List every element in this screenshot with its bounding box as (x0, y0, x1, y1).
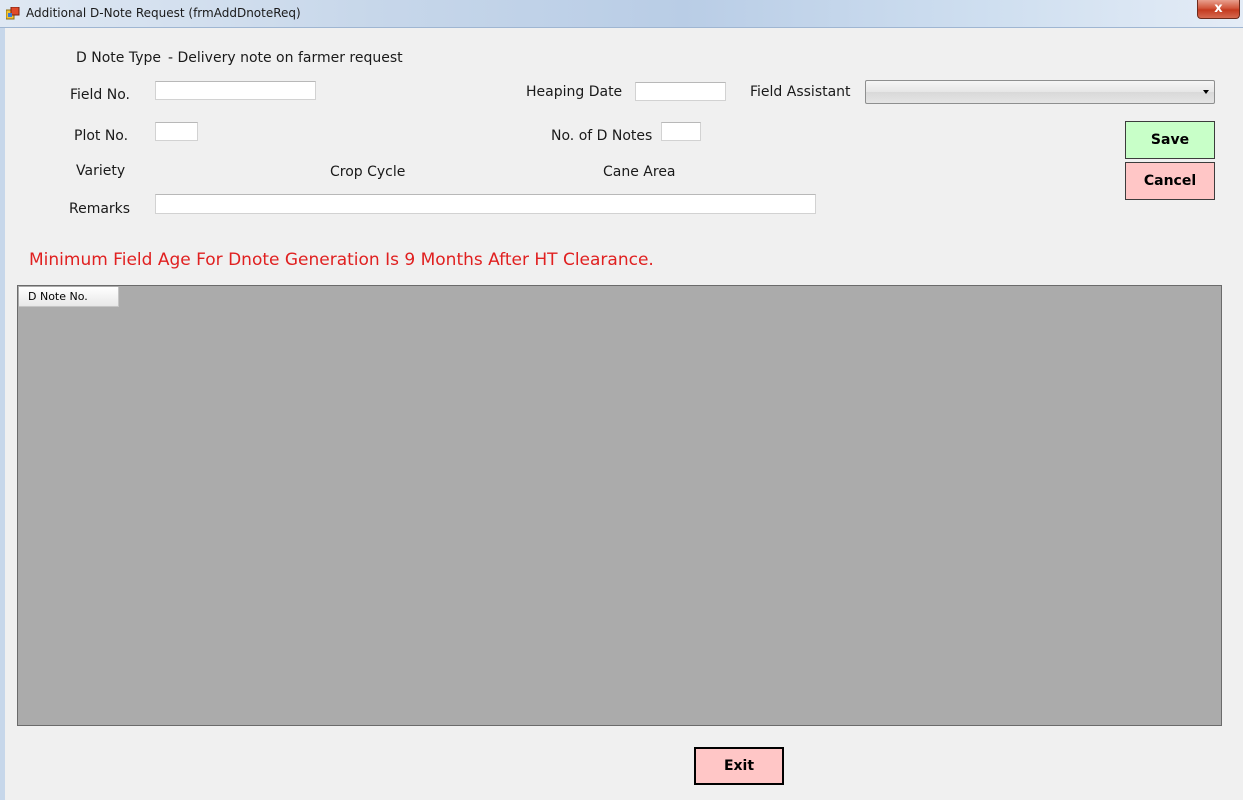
exit-button[interactable]: Exit (694, 747, 784, 785)
no-of-dnotes-input[interactable] (661, 122, 701, 141)
cane-area-label: Cane Area (603, 164, 676, 180)
chevron-down-icon (1203, 90, 1209, 94)
dnote-type-value: - Delivery note on farmer request (168, 50, 403, 66)
close-button[interactable]: x (1197, 0, 1240, 19)
dnote-grid[interactable]: D Note No. (17, 285, 1222, 726)
close-icon: x (1214, 1, 1223, 16)
save-button[interactable]: Save (1125, 121, 1215, 159)
no-of-dnotes-label: No. of D Notes (551, 128, 653, 144)
grid-column-header-dnote-no[interactable]: D Note No. (19, 287, 119, 307)
heaping-date-input[interactable] (635, 82, 726, 101)
warning-message: Minimum Field Age For Dnote Generation I… (29, 250, 654, 270)
field-no-input[interactable] (155, 81, 316, 100)
field-no-label: Field No. (70, 87, 131, 103)
plot-no-label: Plot No. (74, 128, 129, 144)
dnote-type-label: D Note Type (76, 50, 161, 66)
app-icon (6, 7, 20, 20)
field-assistant-dropdown[interactable] (865, 80, 1215, 104)
cancel-button[interactable]: Cancel (1125, 162, 1215, 200)
plot-no-input[interactable] (155, 122, 198, 141)
title-bar[interactable]: Additional D-Note Request (frmAddDnoteRe… (0, 0, 1243, 28)
window-title: Additional D-Note Request (frmAddDnoteRe… (26, 6, 301, 20)
heaping-date-label: Heaping Date (526, 84, 623, 100)
field-assistant-label: Field Assistant (750, 84, 851, 100)
remarks-label: Remarks (69, 201, 131, 217)
variety-label: Variety (76, 163, 126, 179)
remarks-input[interactable] (155, 194, 816, 214)
app-window: Additional D-Note Request (frmAddDnoteRe… (0, 0, 1243, 800)
crop-cycle-label: Crop Cycle (330, 164, 406, 180)
